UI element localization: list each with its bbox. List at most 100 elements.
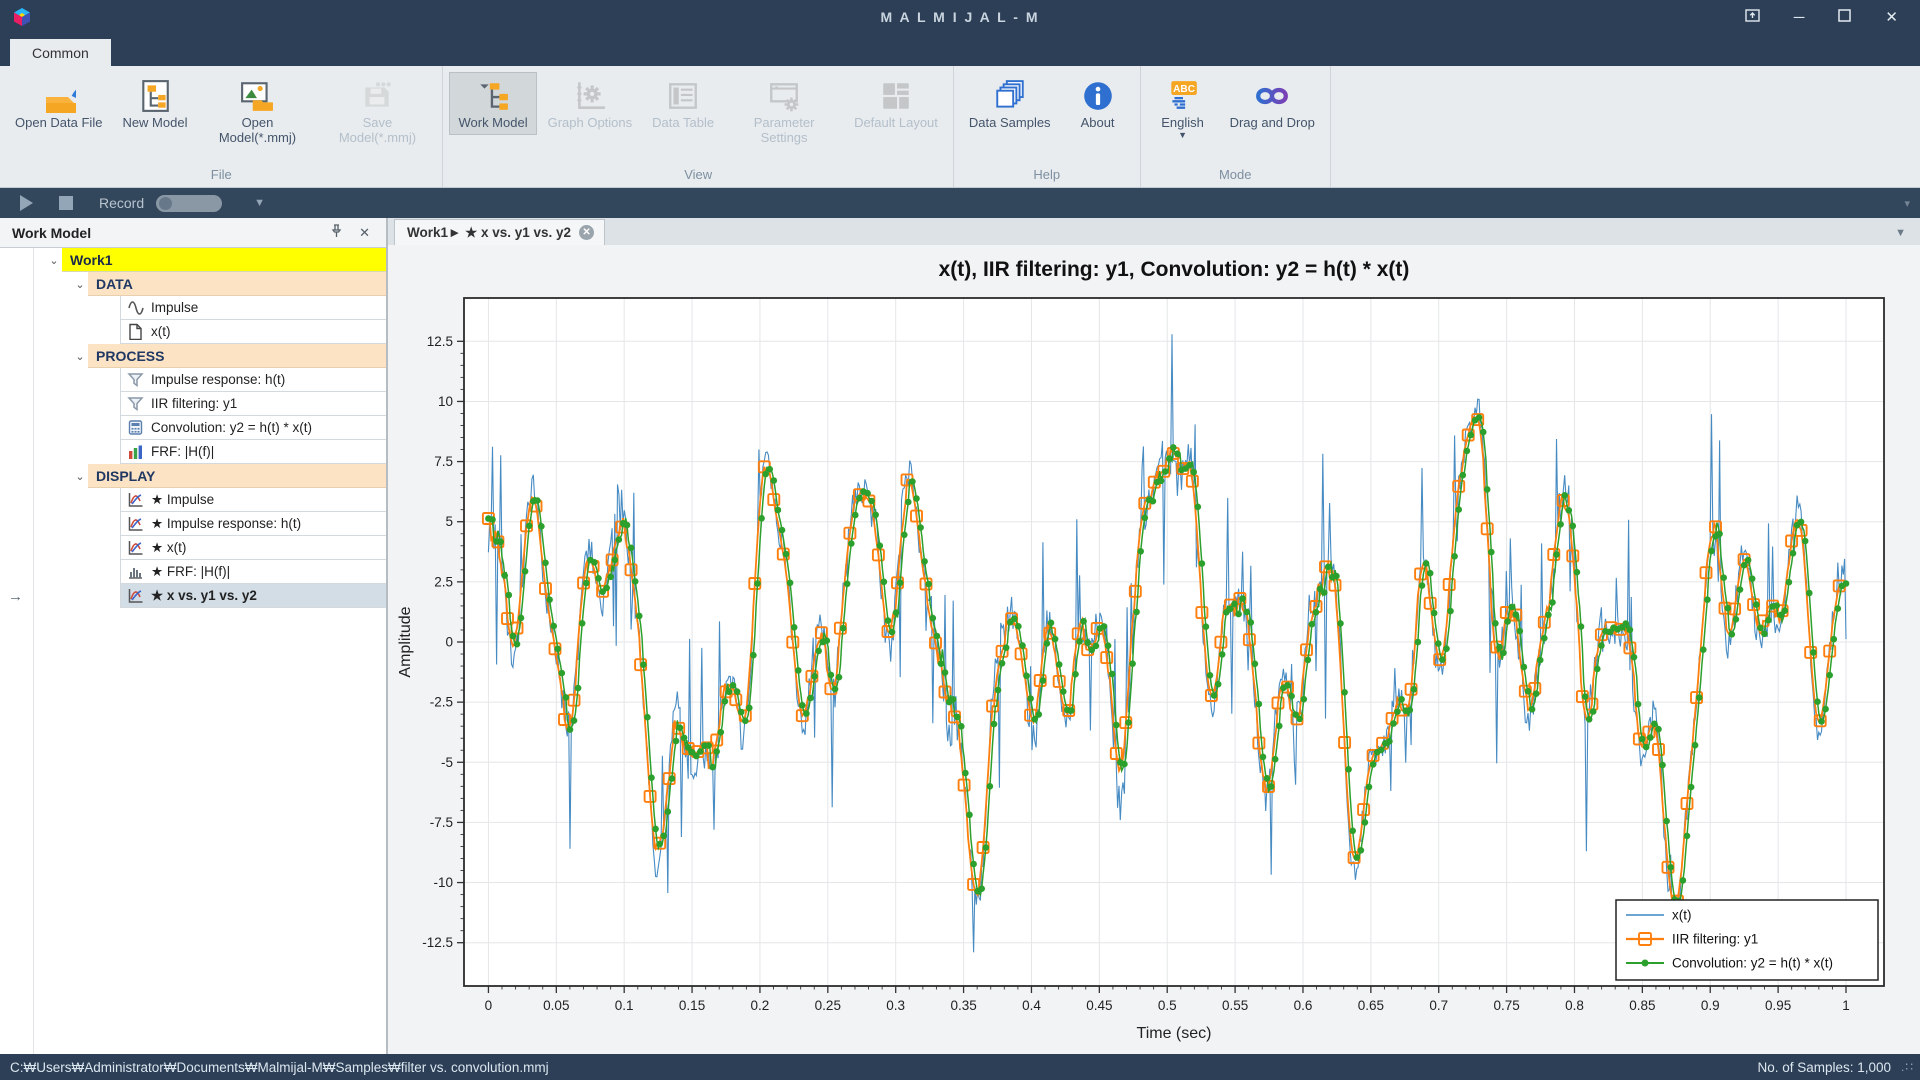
close-button[interactable]: ✕ bbox=[1885, 10, 1898, 25]
statusbar: C:₩Users₩Administrator₩Documents₩Malmija… bbox=[0, 1054, 1920, 1080]
minimize-button[interactable]: ─ bbox=[1794, 10, 1805, 25]
tree-item--x-t-[interactable]: ★ x(t) bbox=[0, 536, 386, 560]
tree-section-data[interactable]: ⌄DATA bbox=[0, 272, 386, 296]
svg-text:0.9: 0.9 bbox=[1701, 998, 1720, 1013]
ribbon-group-mode: ABCEnglish▼Drag and DropMode bbox=[1141, 66, 1331, 187]
chevron-down-icon[interactable]: ⌄ bbox=[72, 278, 88, 291]
tree-label: x(t) bbox=[151, 324, 171, 339]
tree-item--frf-h-f-[interactable]: ★ FRF: |H(f)| bbox=[0, 560, 386, 584]
document-tab-strip: Work1► ★ x vs. y1 vs. y2 ✕ ▼ bbox=[388, 218, 1920, 246]
tree-label: PROCESS bbox=[96, 348, 164, 364]
svg-text:0.4: 0.4 bbox=[1022, 998, 1041, 1013]
record-toggle-knob bbox=[159, 197, 172, 210]
svg-text:0.95: 0.95 bbox=[1765, 998, 1791, 1013]
play-icon[interactable] bbox=[20, 195, 33, 211]
svg-text:0.5: 0.5 bbox=[1158, 998, 1177, 1013]
tab-close-icon[interactable]: ✕ bbox=[579, 225, 594, 240]
ribbon: Open Data File New ModelOpen Model(*.mmj)… bbox=[0, 66, 1920, 188]
record-toolbar: Record ▼ ▾ bbox=[0, 188, 1920, 218]
plot-icon bbox=[127, 587, 144, 604]
tree-item-x-t-[interactable]: x(t) bbox=[0, 320, 386, 344]
tree-label: Work1 bbox=[70, 252, 113, 268]
tree-label: Impulse response: h(t) bbox=[151, 372, 285, 387]
work-model-button[interactable]: Work Model bbox=[449, 72, 536, 135]
svg-text:0.1: 0.1 bbox=[615, 998, 634, 1013]
calculator-icon bbox=[127, 419, 144, 436]
document-tab[interactable]: Work1► ★ x vs. y1 vs. y2 ✕ bbox=[394, 219, 605, 245]
svg-text:0.65: 0.65 bbox=[1358, 998, 1384, 1013]
chevron-down-icon[interactable]: ⌄ bbox=[72, 470, 88, 483]
tree-label: DISPLAY bbox=[96, 468, 155, 484]
resize-grip-icon[interactable]: .∷ bbox=[1901, 1060, 1914, 1074]
tree-label: ★ x(t) bbox=[151, 540, 186, 556]
open-data-file-button[interactable]: Open Data File bbox=[6, 72, 111, 135]
chart-area: 00.050.10.150.20.250.30.350.40.450.50.55… bbox=[388, 246, 1920, 1054]
svg-text:0.45: 0.45 bbox=[1086, 998, 1112, 1013]
svg-text:5: 5 bbox=[445, 514, 453, 529]
work-model-icon bbox=[476, 79, 510, 113]
svg-text:0: 0 bbox=[445, 635, 453, 650]
tab-list-dropdown-icon[interactable]: ▼ bbox=[1895, 227, 1906, 245]
maximize-button[interactable] bbox=[1838, 9, 1851, 25]
stop-icon[interactable] bbox=[59, 196, 73, 210]
work-model-panel: Work Model ✕ → ⌄Work1⌄DATAImpulsex(t)⌄PR… bbox=[0, 218, 388, 1054]
sample-count: No. of Samples: 1,000 bbox=[1757, 1060, 1891, 1075]
titlebar: M A L M I J A L - M ─ ✕ bbox=[0, 0, 1920, 34]
tree-item-impulse-response-h-t-[interactable]: Impulse response: h(t) bbox=[0, 368, 386, 392]
svg-text:12.5: 12.5 bbox=[427, 334, 453, 349]
open-data-file-icon bbox=[42, 79, 76, 113]
tree-item--impulse-response-h-t-[interactable]: ★ Impulse response: h(t) bbox=[0, 512, 386, 536]
svg-text:0.2: 0.2 bbox=[751, 998, 770, 1013]
panel-title: Work Model bbox=[12, 225, 330, 241]
record-toggle[interactable] bbox=[156, 195, 222, 212]
ribbon-group-file: Open Data File New ModelOpen Model(*.mmj)… bbox=[0, 66, 443, 187]
tree-item-impulse[interactable]: Impulse bbox=[0, 296, 386, 320]
tree-root-work1[interactable]: ⌄ Work1 bbox=[0, 248, 386, 272]
data-samples-icon bbox=[993, 79, 1027, 113]
tree-section-process[interactable]: ⌄ PROCESS bbox=[0, 344, 386, 368]
tab-common[interactable]: Common bbox=[10, 39, 111, 66]
drag-drop-icon bbox=[1255, 79, 1289, 113]
chart-canvas[interactable]: 00.050.10.150.20.250.30.350.40.450.50.55… bbox=[388, 246, 1918, 1052]
data-samples-button[interactable]: Data Samples bbox=[960, 72, 1060, 135]
about-button[interactable]: About bbox=[1062, 72, 1134, 135]
new-model-button[interactable]: New Model bbox=[113, 72, 196, 135]
chevron-down-icon[interactable]: ⌄ bbox=[72, 350, 88, 363]
svg-text:0.35: 0.35 bbox=[950, 998, 976, 1013]
panel-toggle-icon[interactable] bbox=[1745, 9, 1760, 25]
svg-text:0: 0 bbox=[485, 998, 493, 1013]
default-layout-icon bbox=[879, 79, 913, 113]
legend-entry-label: x(t) bbox=[1672, 908, 1692, 923]
document-tab-label: Work1► ★ x vs. y1 vs. y2 bbox=[407, 225, 571, 241]
record-dropdown-icon[interactable]: ▼ bbox=[254, 197, 265, 209]
svg-text:0.6: 0.6 bbox=[1294, 998, 1313, 1013]
svg-text:0.3: 0.3 bbox=[886, 998, 905, 1013]
record-label: Record bbox=[99, 195, 144, 211]
tree-item-iir-filtering-y1[interactable]: IIR filtering: y1 bbox=[0, 392, 386, 416]
svg-text:10: 10 bbox=[438, 394, 453, 409]
plot-icon bbox=[127, 491, 144, 508]
parameter-settings-button: Parameter Settings bbox=[725, 72, 843, 150]
drag-drop-button[interactable]: Drag and Drop bbox=[1221, 72, 1324, 135]
chevron-down-icon[interactable]: ⌄ bbox=[46, 254, 62, 267]
tree-label: ★ FRF: |H(f)| bbox=[151, 564, 230, 580]
open-model-button[interactable]: Open Model(*.mmj) bbox=[198, 72, 316, 150]
tree-item-frf-h-f-[interactable]: FRF: |H(f)| bbox=[0, 440, 386, 464]
ribbon-button-label: Open Data File bbox=[15, 116, 102, 131]
window-title: M A L M I J A L - M bbox=[0, 9, 1920, 25]
legend-entry-label: Convolution: y2 = h(t) * x(t) bbox=[1672, 956, 1833, 971]
tree-item--x-vs-y1-vs-y2[interactable]: ★ x vs. y1 vs. y2 bbox=[0, 584, 386, 608]
svg-text:0.15: 0.15 bbox=[679, 998, 705, 1013]
panel-close-icon[interactable]: ✕ bbox=[359, 225, 370, 241]
pin-icon[interactable] bbox=[330, 224, 343, 241]
data-table-button: Data Table bbox=[643, 72, 723, 135]
app-logo-icon bbox=[12, 7, 32, 27]
legend: x(t)IIR filtering: y1Convolution: y2 = h… bbox=[1616, 900, 1878, 980]
tree-section-display[interactable]: ⌄ DISPLAY bbox=[0, 464, 386, 488]
tree-item-convolution-y2-h-t-x-t-[interactable]: Convolution: y2 = h(t) * x(t) bbox=[0, 416, 386, 440]
tree-item--impulse[interactable]: ★ Impulse bbox=[0, 488, 386, 512]
english-button[interactable]: ABCEnglish▼ bbox=[1147, 72, 1219, 141]
toolbar-overflow-icon[interactable]: ▾ bbox=[1904, 197, 1910, 210]
save-model-icon bbox=[360, 79, 394, 113]
about-icon bbox=[1081, 79, 1115, 113]
